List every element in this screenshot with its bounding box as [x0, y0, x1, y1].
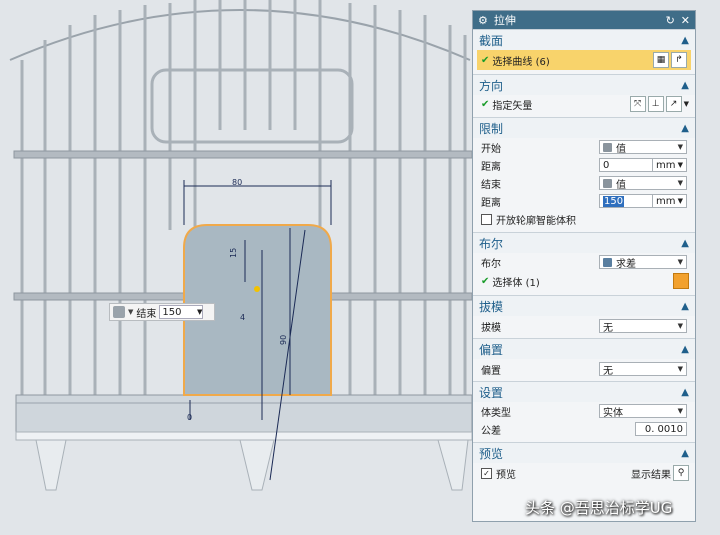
dialog-title: 拉伸	[493, 14, 516, 27]
section-header-direction[interactable]: 方向 ▲	[473, 74, 695, 95]
section-header-limits[interactable]: 限制 ▲	[473, 117, 695, 138]
dim-side-label: 4	[240, 313, 245, 322]
floating-end-toolbar: ▼ 结束 150 ▼	[109, 303, 215, 321]
section-header-draft[interactable]: 拔模 ▲	[473, 295, 695, 316]
boolean-select[interactable]: 求差 ▼	[599, 255, 687, 270]
preview-checkbox[interactable]: ✓	[481, 467, 492, 479]
close-icon[interactable]: ✕	[681, 14, 690, 27]
vector-axis-icon[interactable]: ↗	[665, 96, 682, 112]
sketch-section-icon[interactable]: ▦	[653, 52, 669, 68]
end-type-select[interactable]: 值 ▼	[599, 176, 687, 191]
start-type-select[interactable]: 值 ▼	[599, 140, 687, 155]
start-unit-select[interactable]: mm ▼	[653, 158, 687, 172]
dim-long-label: 90	[279, 335, 288, 345]
select-body-row[interactable]: ✔ 选择体 (1)	[473, 271, 695, 291]
section-header-section[interactable]: 截面 ▲	[473, 29, 695, 50]
start-distance-row: 距离 0 mm ▼	[473, 156, 695, 174]
open-profile-row[interactable]: 开放轮廓智能体积	[473, 210, 695, 228]
end-distance-row: 距离 150 mm ▼	[473, 192, 695, 210]
vector-row[interactable]: ✔ 指定矢量 ⤧ ⊥ ↗ ▼	[473, 95, 695, 113]
check-icon: ✔	[481, 54, 490, 66]
show-result-label: 显示结果	[631, 469, 671, 481]
dim-small-label: 15	[229, 248, 238, 258]
end-row: 结束 值 ▼	[473, 174, 695, 192]
collapse-icon: ▲	[681, 34, 689, 46]
chevron-down-icon[interactable]: ▼	[684, 100, 689, 108]
select-curve-label: 选择曲线 (6)	[492, 56, 550, 68]
check-icon: ✔	[481, 98, 490, 110]
dim-bottom-label: 0	[187, 413, 192, 422]
preview-row: ✓ 预览 显示结果 ⚲	[473, 463, 695, 483]
draft-row: 拔模 无 ▼	[473, 316, 695, 336]
reset-icon[interactable]: ↻	[666, 14, 675, 27]
dialog-titlebar: ⚙ 拉伸 ↻ ✕	[473, 11, 695, 29]
draft-select[interactable]: 无 ▼	[599, 319, 687, 334]
vector-label: 指定矢量	[492, 100, 533, 112]
tolerance-row: 公差 0. 0010	[473, 420, 695, 438]
reverse-direction-icon[interactable]: ⤧	[629, 96, 646, 112]
solid-body-icon[interactable]	[673, 273, 689, 289]
curve-icon[interactable]: ↱	[671, 52, 687, 68]
vector-dialog-icon[interactable]: ⊥	[647, 96, 664, 112]
body-type-select[interactable]: 实体 ▼	[599, 404, 687, 419]
start-row: 开始 值 ▼	[473, 138, 695, 156]
start-distance-input[interactable]: 0	[599, 158, 653, 172]
select-curve-row[interactable]: ✔ 选择曲线 (6) ▦ ↱	[477, 50, 691, 70]
chevron-down-icon[interactable]: ▼	[128, 308, 133, 316]
check-icon: ✔	[481, 275, 490, 287]
tolerance-input[interactable]: 0. 0010	[635, 422, 687, 436]
dim-top-label: 80	[232, 178, 242, 187]
section-header-offset[interactable]: 偏置 ▲	[473, 338, 695, 359]
drag-handle-point	[254, 286, 260, 292]
body-type-row: 体类型 实体 ▼	[473, 402, 695, 420]
gear-icon[interactable]: ⚙	[478, 14, 488, 27]
end-label: 结束	[136, 308, 157, 320]
extrude-dialog: ⚙ 拉伸 ↻ ✕ 截面 ▲ ✔ 选择曲线 (6) ▦ ↱ 方向 ▲ ✔ 指定矢量 ⤧…	[472, 10, 696, 522]
section-header-boolean[interactable]: 布尔 ▲	[473, 232, 695, 253]
offset-select[interactable]: 无 ▼	[599, 362, 687, 377]
boolean-row: 布尔 求差 ▼	[473, 253, 695, 271]
magnifier-icon[interactable]: ⚲	[673, 465, 689, 481]
section-header-settings[interactable]: 设置 ▲	[473, 381, 695, 402]
end-value-input[interactable]: 150 ▼	[159, 305, 204, 319]
open-profile-checkbox[interactable]	[481, 213, 492, 225]
end-unit-select[interactable]: mm ▼	[653, 194, 687, 208]
offset-row: 偏置 无 ▼	[473, 359, 695, 379]
section-header-preview[interactable]: 预览 ▲	[473, 442, 695, 463]
watermark: 头条 @吾思治标学UG	[525, 499, 673, 517]
limit-type-icon[interactable]	[113, 306, 125, 318]
end-distance-input[interactable]: 150	[599, 194, 653, 208]
